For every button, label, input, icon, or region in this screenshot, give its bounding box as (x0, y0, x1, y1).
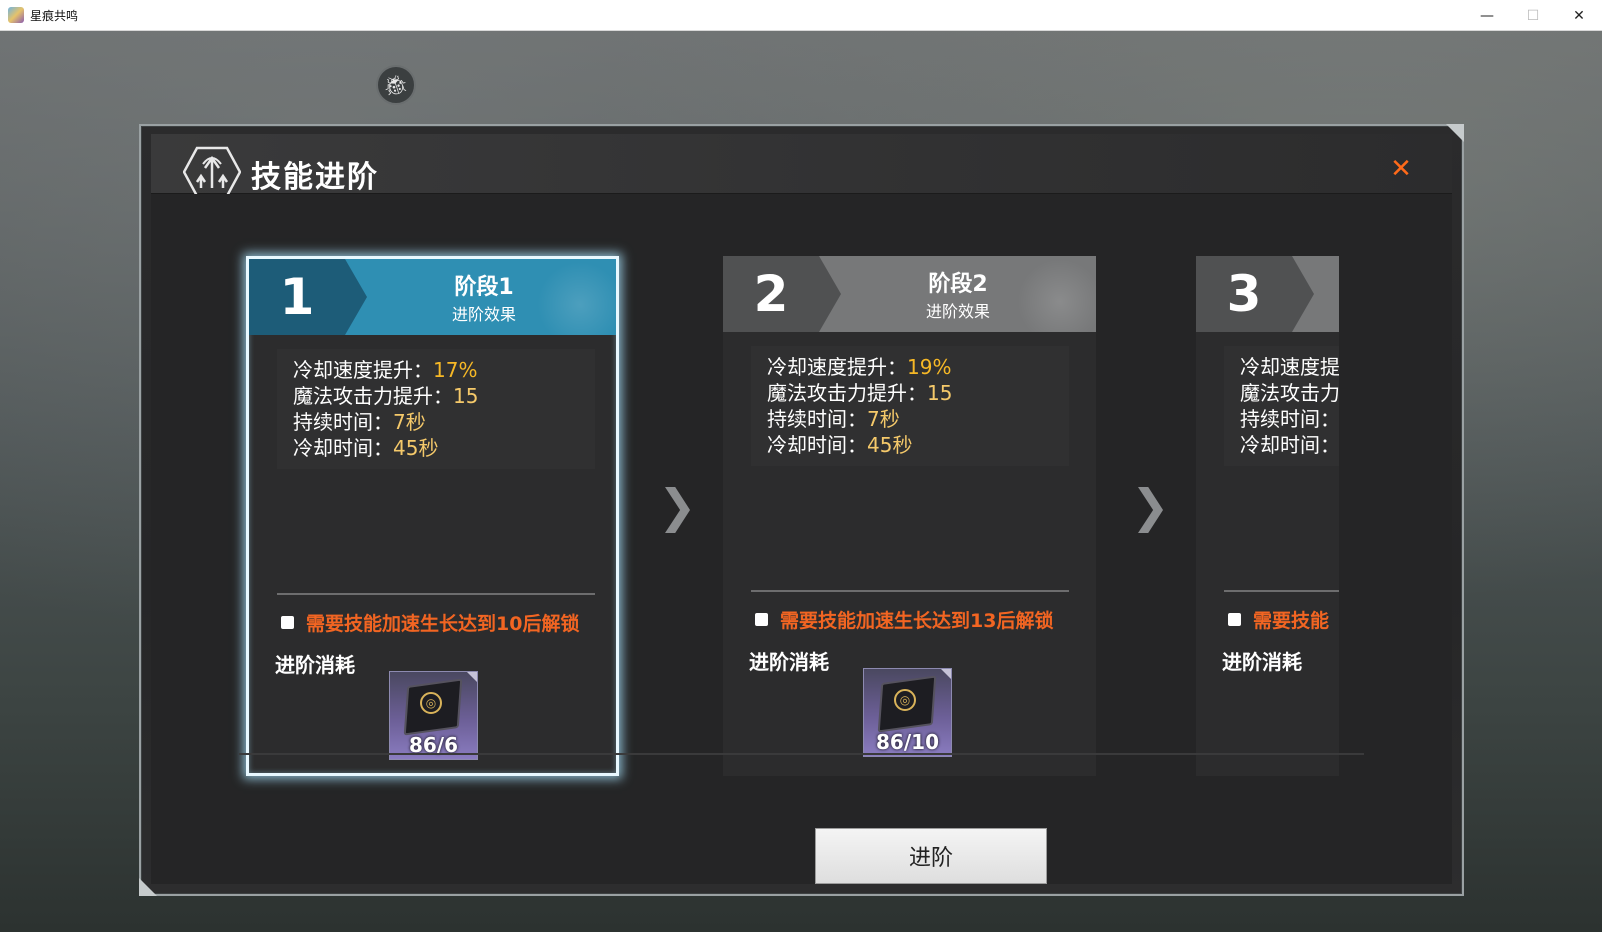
stat-line: 冷却时间：45秒 (293, 436, 439, 460)
stage-number: 3 (1196, 256, 1292, 332)
stage-card-2[interactable]: 2 阶段2 进阶效果 冷却速度提升：19% 魔法攻击力提升：15 持续时间：7秒… (723, 256, 1096, 776)
stat-line: 持续时间： (1240, 407, 1339, 431)
unlock-requirement: 需要技能加速生长达到10后解锁 (281, 609, 579, 636)
app-icon (8, 7, 24, 23)
stat-line: 冷却速度提升：19% (767, 355, 952, 379)
divider (239, 753, 1364, 755)
stat-line: 魔法攻击力提升：15 (767, 381, 953, 405)
bug-icon: 🐞︎ (383, 73, 409, 97)
item-corner (941, 669, 951, 679)
window-title: 星痕共鸣 (30, 8, 79, 23)
item-corner (467, 672, 477, 682)
stage-number-arrow (345, 259, 367, 335)
stage-subtitle: 进阶效果 (925, 302, 990, 321)
close-window-button[interactable]: ✕ (1556, 0, 1602, 31)
close-dialog-button[interactable]: ✕ (1388, 156, 1414, 182)
stat-line: 冷却时间：45秒 (767, 433, 913, 457)
dialog-header: 技能进阶 ✕ (151, 134, 1452, 198)
stage-card-1[interactable]: 1 阶段1 进阶效果 冷却速度提升：17% 魔法攻击力提升：15 持续时间：7秒… (246, 256, 619, 776)
stage-number: 1 (249, 259, 345, 335)
divider (1224, 590, 1339, 592)
advance-button[interactable]: 进阶 (815, 828, 1047, 884)
close-icon: ✕ (1390, 154, 1412, 184)
stat-line: 冷却速度提升：17% (293, 358, 478, 382)
requirement-checkbox (755, 613, 768, 626)
stage-card-3-viewport: 3 冷却速度提 魔法攻击力 持续时间： 冷却时间： 需要技能 进阶消耗 (1196, 256, 1339, 776)
stage-card-3[interactable]: 3 冷却速度提 魔法攻击力 持续时间： 冷却时间： 需要技能 进阶消耗 (1196, 256, 1339, 776)
divider (277, 593, 595, 595)
maximize-button[interactable]: ☐ (1510, 0, 1556, 31)
cost-item-slot[interactable]: ◎ 86/6 (389, 671, 478, 760)
requirement-checkbox (281, 616, 294, 629)
minimize-button[interactable]: — (1464, 0, 1510, 31)
stage-card-header: 1 阶段1 进阶效果 (249, 259, 616, 335)
stage-number-arrow (819, 256, 841, 332)
unlock-requirement: 需要技能 (1228, 606, 1329, 633)
stage-label: 阶段1 (454, 275, 514, 300)
stat-line: 魔法攻击力 (1240, 381, 1339, 405)
unlock-requirement-text: 需要技能加速生长达到10后解锁 (306, 613, 580, 635)
window-titlebar: 星痕共鸣 — ☐ ✕ (0, 0, 1602, 31)
stage-card-header: 3 (1196, 256, 1339, 332)
stage-stats: 冷却速度提 魔法攻击力 持续时间： 冷却时间： (1224, 346, 1339, 466)
emblem-icon: ◎ (420, 692, 442, 714)
window-controls: — ☐ ✕ (1464, 0, 1602, 31)
stage-number: 2 (723, 256, 819, 332)
item-count: 86/10 (876, 730, 939, 754)
advance-cost-label: 进阶消耗 (275, 653, 355, 677)
stage-stats: 冷却速度提升：17% 魔法攻击力提升：15 持续时间：7秒 冷却时间：45秒 (277, 349, 595, 469)
stage-subtitle: 进阶效果 (451, 305, 516, 324)
unlock-requirement: 需要技能加速生长达到13后解锁 (755, 606, 1053, 633)
game-viewport: 🐞︎ 技能进阶 ✕ 1 阶段1 进阶效果 冷却速度提升：17% 魔法攻击力提升：… (0, 31, 1602, 932)
stat-line: 冷却时间： (1240, 433, 1339, 457)
stat-line: 持续时间：7秒 (767, 407, 900, 431)
stage-label: 阶段2 (928, 272, 988, 297)
advance-cost-label: 进阶消耗 (1222, 650, 1302, 674)
skill-advance-dialog: 技能进阶 ✕ 1 阶段1 进阶效果 冷却速度提升：17% 魔法攻击力提升：15 … (139, 124, 1464, 896)
chevron-right-icon: ❯ (658, 479, 697, 533)
bug-report-button[interactable]: 🐞︎ (376, 65, 416, 105)
stat-line: 持续时间：7秒 (293, 410, 426, 434)
unlock-requirement-text: 需要技能 (1253, 610, 1330, 632)
advance-cost-label: 进阶消耗 (749, 650, 829, 674)
stat-line: 魔法攻击力提升：15 (293, 384, 479, 408)
unlock-requirement-text: 需要技能加速生长达到13后解锁 (780, 610, 1054, 632)
divider (751, 590, 1069, 592)
stage-stats: 冷却速度提升：19% 魔法攻击力提升：15 持续时间：7秒 冷却时间：45秒 (751, 346, 1069, 466)
chevron-right-icon: ❯ (1131, 479, 1170, 533)
requirement-checkbox (1228, 613, 1241, 626)
skill-advance-icon (183, 146, 241, 198)
cost-item-slot[interactable]: ◎ 86/10 (863, 668, 952, 757)
emblem-icon: ◎ (894, 689, 916, 711)
stage-number-arrow (1292, 256, 1314, 332)
stage-card-header: 2 阶段2 进阶效果 (723, 256, 1096, 332)
dialog-title: 技能进阶 (251, 160, 379, 195)
stat-line: 冷却速度提 (1240, 355, 1339, 379)
